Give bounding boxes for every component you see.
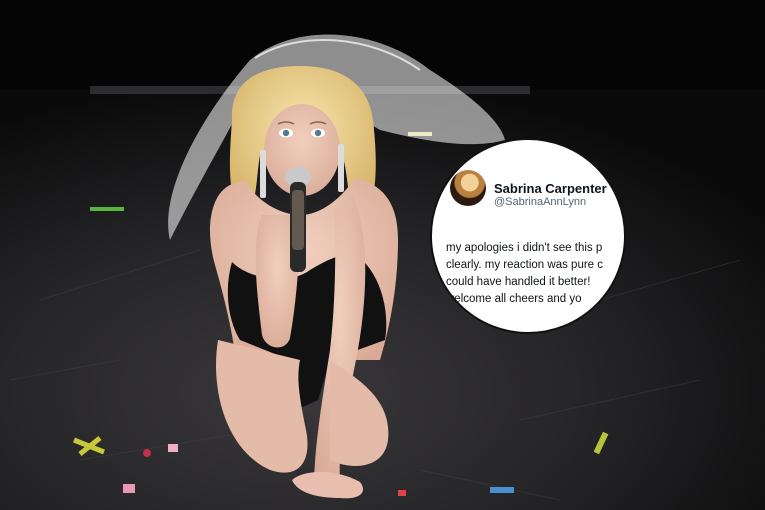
user-handle: @SabrinaAnnLynn <box>494 196 587 208</box>
confetti <box>143 449 151 457</box>
confetti <box>398 490 406 496</box>
display-name: Sabrina Carpenter <box>494 181 607 196</box>
profile-avatar <box>450 170 486 206</box>
confetti <box>490 487 514 493</box>
tweet-text-line: my apologies i didn't see this p <box>446 242 603 254</box>
confetti <box>168 444 178 452</box>
tape-mark <box>90 207 124 211</box>
confetti <box>123 484 135 493</box>
tweet-text-line: clearly. my reaction was pure c <box>446 259 604 271</box>
earring <box>338 144 344 192</box>
tweet-screenshot: Sabrina Carpenter @SabrinaAnnLynn my apo… <box>430 138 626 334</box>
tweet-text-line: could have handled it better! <box>446 276 591 288</box>
concert-photo <box>0 0 765 510</box>
tweet-text-line: welcome all cheers and yo <box>446 293 582 305</box>
earring <box>260 150 266 198</box>
tweet-body: my apologies i didn't see this p clearly… <box>446 240 624 308</box>
composite-image: Sabrina Carpenter @SabrinaAnnLynn my apo… <box>0 0 765 510</box>
